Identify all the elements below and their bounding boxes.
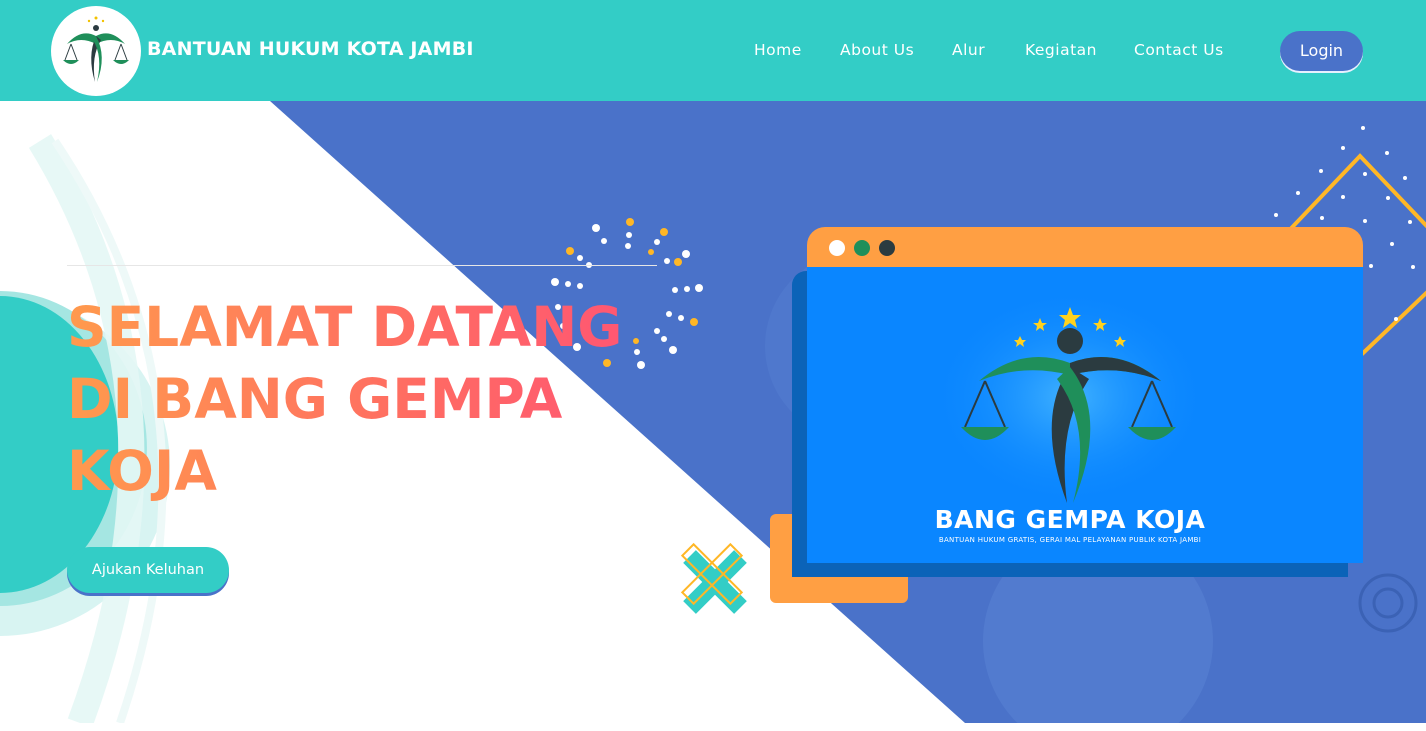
login-button[interactable]: Login <box>1280 31 1363 71</box>
window-dot-green-icon <box>854 240 870 256</box>
window-dot-white-icon <box>829 240 845 256</box>
site-brand[interactable]: BANTUAN HUKUM KOTA JAMBI <box>147 38 474 60</box>
browser-window-screen: BANG GEMPA KOJA BANTUAN HUKUM GRATIS, GE… <box>807 267 1363 563</box>
hero-divider <box>67 265 657 266</box>
nav-alur[interactable]: Alur <box>952 41 985 59</box>
screen-brand-title: BANG GEMPA KOJA <box>934 505 1206 534</box>
nav-contact-us[interactable]: Contact Us <box>1134 41 1224 59</box>
hero-title-line: KOJA <box>67 439 217 503</box>
hero-section: SELAMAT DATANG DI BANG GEMPA KOJA Ajukan… <box>0 101 1426 723</box>
site-logo[interactable] <box>51 6 141 96</box>
nav-about-us[interactable]: About Us <box>840 41 914 59</box>
nav-kegiatan[interactable]: Kegiatan <box>1025 41 1097 59</box>
hero-title-line: SELAMAT DATANG <box>67 295 623 359</box>
nav-home[interactable]: Home <box>754 41 802 59</box>
scales-of-justice-logo-icon <box>63 16 129 82</box>
hero-title: SELAMAT DATANG DI BANG GEMPA KOJA <box>67 291 707 507</box>
window-dot-dark-icon <box>879 240 895 256</box>
site-header: BANTUAN HUKUM KOTA JAMBI Home About Us A… <box>0 0 1426 101</box>
screen-brand-subtitle: BANTUAN HUKUM GRATIS, GERAI MAL PELAYANA… <box>938 536 1202 544</box>
hero-title-line: DI BANG GEMPA <box>67 367 563 431</box>
submit-complaint-button[interactable]: Ajukan Keluhan <box>67 547 229 593</box>
